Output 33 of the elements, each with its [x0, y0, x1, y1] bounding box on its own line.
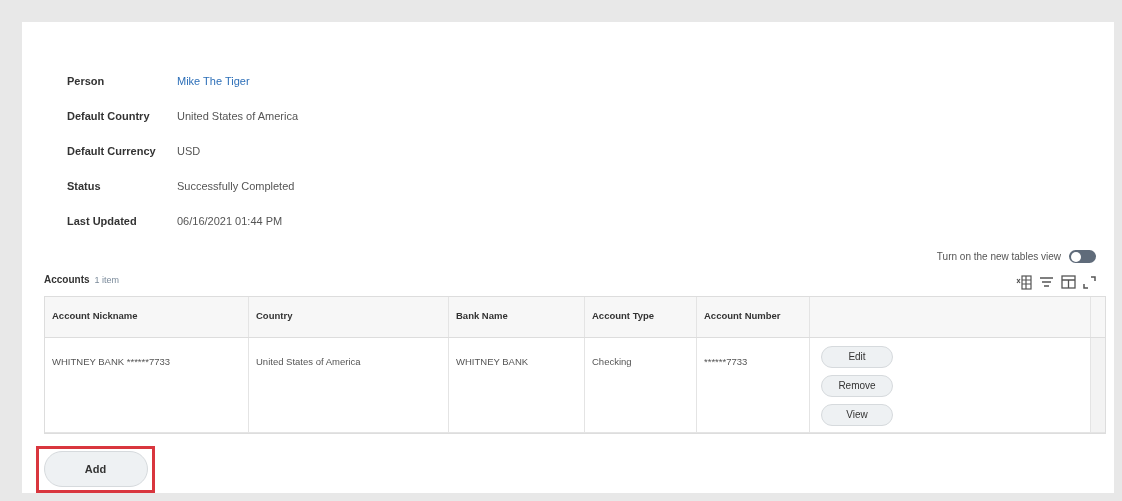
table-cell: United States of America — [256, 355, 361, 367]
filter-icon[interactable] — [1039, 275, 1054, 289]
table-cell: Checking — [592, 355, 632, 367]
field-value: Successfully Completed — [177, 178, 295, 194]
row-action-button[interactable]: Edit — [821, 345, 893, 368]
columns-icon[interactable] — [1061, 275, 1076, 289]
table-cell: ******7733 — [704, 355, 748, 367]
export-excel-icon[interactable] — [1016, 274, 1032, 290]
accounts-title: Accounts — [44, 273, 90, 287]
item-count: 1 item — [94, 274, 120, 287]
person-link[interactable]: Mike The Tiger — [177, 72, 250, 90]
field-label: Status — [67, 178, 102, 194]
column-header: Account Number — [704, 309, 781, 324]
row-action-button[interactable]: View — [821, 403, 893, 426]
field-value: USD — [177, 143, 201, 159]
column-header: Account Type — [592, 309, 655, 324]
field-label: Person — [67, 73, 106, 89]
column-header: Country — [256, 309, 293, 324]
vertical-scrollbar[interactable] — [1091, 337, 1105, 432]
field-value: 06/16/2021 01:44 PM — [177, 213, 283, 229]
tables-view-toggle[interactable] — [1069, 250, 1096, 263]
fullscreen-icon[interactable] — [1083, 275, 1096, 289]
field-value: United States of America — [177, 108, 299, 124]
field-label: Last Updated — [67, 213, 138, 229]
field-label: Default Currency — [67, 143, 157, 159]
table-cell: WHITNEY BANK ******7733 — [52, 355, 171, 367]
column-header: Account Nickname — [52, 309, 138, 324]
table-cell: WHITNEY BANK — [456, 355, 529, 367]
column-header: Bank Name — [456, 309, 508, 324]
toggle-label: Turn on the new tables view — [936, 250, 1061, 264]
field-label: Default Country — [67, 108, 151, 124]
add-button[interactable]: Add — [43, 451, 148, 488]
row-action-button[interactable]: Remove — [821, 374, 893, 397]
